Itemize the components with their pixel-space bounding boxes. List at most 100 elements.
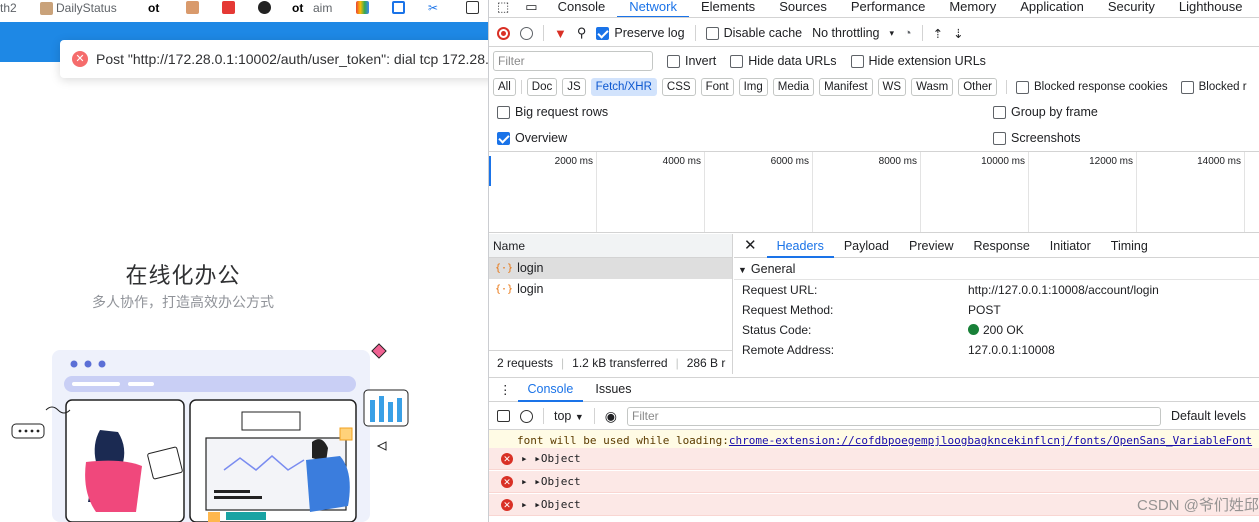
bookmark-item[interactable]: DailyStatus bbox=[40, 1, 117, 15]
type-doc[interactable]: Doc bbox=[526, 78, 558, 96]
hide-data-urls-checkbox[interactable]: Hide data URLs bbox=[730, 54, 837, 68]
request-row[interactable]: {·} login bbox=[489, 279, 732, 300]
type-css[interactable]: CSS bbox=[661, 78, 696, 96]
tab-headers[interactable]: Headers bbox=[766, 234, 834, 258]
throttling-select[interactable]: No throttling bbox=[812, 26, 879, 40]
tab-lighthouse[interactable]: Lighthouse bbox=[1167, 0, 1255, 17]
tab-initiator[interactable]: Initiator bbox=[1040, 234, 1101, 258]
overview-checkbox[interactable]: Overview bbox=[497, 131, 993, 145]
hide-extension-urls-checkbox[interactable]: Hide extension URLs bbox=[850, 54, 986, 68]
throttling-chevron-icon[interactable]: ▾ bbox=[890, 28, 895, 39]
type-media[interactable]: Media bbox=[772, 78, 815, 96]
header-row: Status Code: 200 OK bbox=[742, 323, 1024, 337]
live-expression-eye-icon[interactable]: ◉ bbox=[605, 408, 617, 425]
filter-icon[interactable]: ▼ bbox=[554, 26, 567, 41]
network-conditions-icon[interactable]: ◔ bbox=[904, 26, 912, 40]
network-overview-timeline[interactable]: 2000 ms 4000 ms 6000 ms 8000 ms 10000 ms… bbox=[489, 151, 1259, 233]
bookmark-item[interactable] bbox=[186, 1, 199, 14]
blocked-requests-checkbox[interactable]: Blocked r bbox=[1180, 80, 1247, 94]
tab-issues[interactable]: Issues bbox=[585, 377, 641, 402]
console-filter-input[interactable]: Filter bbox=[627, 406, 1162, 426]
more-tabs-icon[interactable]: » bbox=[1254, 0, 1259, 17]
type-ws[interactable]: WS bbox=[877, 78, 907, 96]
type-font[interactable]: Font bbox=[700, 78, 734, 96]
type-fetch-xhr[interactable]: Fetch/XHR bbox=[590, 78, 657, 96]
type-manifest[interactable]: Manifest bbox=[819, 78, 873, 96]
export-har-icon[interactable]: ⇣ bbox=[953, 26, 963, 41]
tab-security[interactable]: Security bbox=[1096, 0, 1167, 17]
tab-elements[interactable]: Elements bbox=[689, 0, 767, 17]
header-row: Request URL: http://127.0.0.1:10008/accou… bbox=[734, 280, 1259, 300]
import-har-icon[interactable]: ⇡ bbox=[933, 26, 943, 41]
blocked-cookies-checkbox[interactable]: Blocked response cookies bbox=[1016, 80, 1168, 94]
screenshots-checkbox[interactable]: Screenshots bbox=[993, 131, 1080, 145]
bookmark-item[interactable] bbox=[392, 1, 405, 14]
tab-timing[interactable]: Timing bbox=[1101, 234, 1158, 258]
expand-arrow-icon[interactable]: ▸ ▸ bbox=[521, 452, 541, 465]
scissors-icon: ✂ bbox=[428, 1, 439, 15]
detail-tabs: ✕ Headers Payload Preview Response Initi… bbox=[734, 234, 1259, 258]
filter-row: Filter Invert Hide data URLs Hide extens… bbox=[489, 48, 1259, 74]
xhr-icon: {·} bbox=[495, 263, 514, 274]
sidebar-toggle-icon[interactable] bbox=[497, 410, 510, 422]
bookmark-item[interactable]: ot bbox=[292, 1, 303, 15]
tab-sources[interactable]: Sources bbox=[767, 0, 839, 17]
tab-preview[interactable]: Preview bbox=[899, 234, 963, 258]
type-other[interactable]: Other bbox=[958, 78, 997, 96]
tab-payload[interactable]: Payload bbox=[834, 234, 899, 258]
drawer-menu-icon[interactable]: ⋮ bbox=[495, 382, 516, 397]
device-toolbar-icon[interactable]: ▭ bbox=[517, 0, 545, 17]
request-method: POST bbox=[968, 303, 1001, 317]
tab-performance[interactable]: Performance bbox=[839, 0, 937, 17]
bookmark-item[interactable]: aim bbox=[313, 1, 332, 15]
close-icon[interactable]: ✕ bbox=[734, 234, 767, 258]
search-icon[interactable]: ⚲ bbox=[577, 25, 587, 41]
record-icon[interactable] bbox=[497, 26, 510, 40]
tab-console-drawer[interactable]: Console bbox=[517, 377, 584, 402]
group-by-frame-checkbox[interactable]: Group by frame bbox=[993, 105, 1098, 119]
error-icon: ✕ bbox=[72, 51, 88, 67]
clear-console-icon[interactable] bbox=[520, 409, 533, 423]
expand-arrow-icon[interactable]: ▸ ▸ bbox=[521, 498, 541, 511]
bookmark-item[interactable] bbox=[466, 1, 479, 14]
clear-icon[interactable] bbox=[520, 26, 533, 40]
expand-arrow-icon[interactable]: ▸ ▸ bbox=[521, 475, 541, 488]
bookmark-item[interactable]: th2 bbox=[0, 1, 17, 15]
github-icon bbox=[258, 1, 271, 14]
bookmark-item[interactable] bbox=[258, 1, 271, 14]
tab-network[interactable]: Network bbox=[617, 0, 689, 17]
preserve-log-checkbox[interactable]: Preserve log bbox=[596, 26, 685, 40]
inspect-element-icon[interactable]: ⬚ bbox=[489, 0, 517, 17]
status-code: 200 OK bbox=[983, 323, 1024, 337]
warning-link[interactable]: chrome-extension://cofdbpoegempjloogbagk… bbox=[729, 434, 1252, 447]
type-all[interactable]: All bbox=[493, 78, 516, 96]
disable-cache-checkbox[interactable]: Disable cache bbox=[705, 26, 802, 40]
general-section-header[interactable]: ▼ General bbox=[734, 258, 1259, 280]
transferred-size: 1.2 kB transferred bbox=[572, 355, 668, 370]
bookmark-item[interactable] bbox=[222, 1, 235, 14]
invert-checkbox[interactable]: Invert bbox=[667, 54, 716, 68]
timeline-tick: 4000 ms bbox=[597, 152, 705, 232]
tab-memory[interactable]: Memory bbox=[937, 0, 1008, 17]
bookmark-item[interactable] bbox=[356, 1, 369, 14]
expand-triangle-icon: ▼ bbox=[738, 265, 747, 275]
request-row[interactable]: {·} login bbox=[489, 258, 732, 279]
request-url: http://127.0.0.1:10008/account/login bbox=[968, 283, 1159, 297]
type-wasm[interactable]: Wasm bbox=[911, 78, 954, 96]
console-error[interactable]: ✕ ▸ ▸ Object bbox=[489, 448, 1259, 470]
tab-application[interactable]: Application bbox=[1008, 0, 1096, 17]
type-js[interactable]: JS bbox=[562, 78, 586, 96]
remote-address: 127.0.0.1:10008 bbox=[968, 343, 1055, 357]
type-img[interactable]: Img bbox=[738, 78, 768, 96]
bookmark-item[interactable]: ✂ bbox=[428, 1, 438, 15]
tab-response[interactable]: Response bbox=[963, 234, 1039, 258]
name-column-header[interactable]: Name bbox=[489, 234, 732, 258]
network-toolbar: ▼ ⚲ Preserve log Disable cache No thrott… bbox=[489, 20, 1259, 47]
big-request-rows-checkbox[interactable]: Big request rows bbox=[497, 105, 993, 119]
console-error[interactable]: ✕ ▸ ▸ Object bbox=[489, 471, 1259, 493]
tab-console[interactable]: Console bbox=[546, 0, 618, 17]
log-levels-select[interactable]: Default levels bbox=[1171, 409, 1246, 423]
network-filter-input[interactable]: Filter bbox=[493, 51, 653, 71]
context-select[interactable]: top ▼ bbox=[554, 409, 584, 423]
bookmark-item[interactable]: ot bbox=[148, 1, 159, 15]
